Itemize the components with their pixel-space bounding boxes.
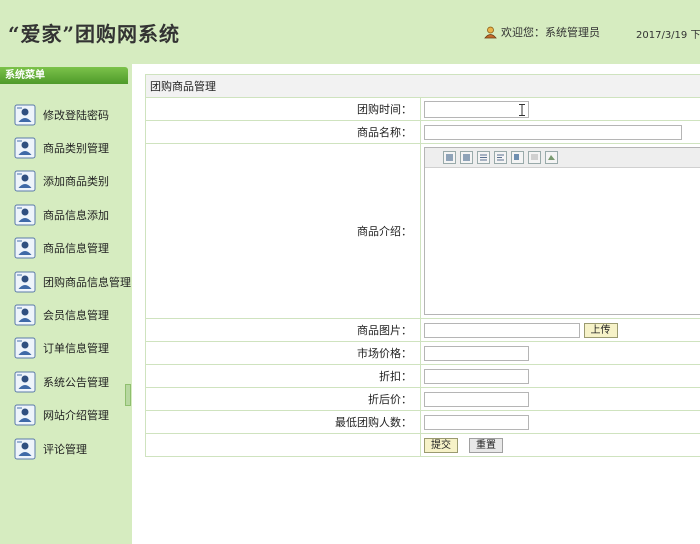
editor-toolbar: [425, 148, 700, 168]
format-button-icon[interactable]: [545, 151, 558, 164]
sidebar-menu-item[interactable]: 系统公告管理: [0, 365, 132, 398]
sidebar-menu-item[interactable]: 商品类别管理: [0, 131, 132, 164]
sidebar-collapse-handle[interactable]: [125, 384, 131, 406]
sidebar-menu-item[interactable]: 商品信息管理: [0, 232, 132, 265]
user-doc-icon: [14, 271, 36, 293]
sidebar-menu-item[interactable]: 订单信息管理: [0, 332, 132, 365]
discount-input[interactable]: [424, 368, 529, 384]
datetime-text: 2017/3/19 下午: [636, 30, 700, 41]
text-cursor-icon: [519, 103, 525, 116]
form-caption: 团购商品管理: [145, 74, 700, 98]
time-input[interactable]: [424, 100, 529, 118]
menu-header: 系统菜单: [0, 67, 128, 84]
format-button-icon[interactable]: [528, 151, 541, 164]
field-label-time: 团购时间：: [145, 97, 421, 121]
user-doc-icon: [14, 204, 36, 226]
user-doc-icon: [14, 237, 36, 259]
upload-button[interactable]: 上传: [583, 322, 618, 338]
field-label-min-people: 最低团购人数：: [145, 410, 421, 434]
rich-text-editor[interactable]: [424, 147, 700, 315]
product-name-input[interactable]: [424, 124, 682, 140]
sidebar-menu-label: 商品信息管理: [43, 242, 109, 256]
field-label-image: 商品图片：: [145, 318, 421, 342]
sidebar-menu-label: 商品信息添加: [43, 208, 109, 222]
sidebar-menu-label: 团购商品信息管理: [43, 275, 131, 289]
sidebar-menu-item[interactable]: 修改登陆密码: [0, 98, 132, 131]
sidebar-menu-item[interactable]: 添加商品类别: [0, 165, 132, 198]
field-label-discounted-price: 折后价：: [145, 387, 421, 411]
menu-list: 修改登陆密码 商品类别管理 添加商品类别 商品信息添加 商品信息管理团购商品信息管理 会员…: [0, 98, 132, 465]
format-button-icon[interactable]: [494, 151, 507, 164]
sidebar-menu-label: 修改登陆密码: [43, 108, 109, 122]
sidebar-menu-label: 评论管理: [43, 442, 87, 456]
min-people-input[interactable]: [424, 414, 529, 430]
user-doc-icon: [14, 404, 36, 426]
sidebar-menu-label: 添加商品类别: [43, 175, 109, 189]
field-label-desc: 商品介绍：: [145, 143, 421, 319]
app-header: “爱家”团购网系统 欢迎您：系统管理员 2017/3/19 下午: [0, 0, 700, 64]
sidebar: 系统菜单 修改登陆密码 商品类别管理 添加商品类别 商品信息添加 商品信息管理团购商品信…: [0, 64, 132, 544]
user-doc-icon: [14, 337, 36, 359]
sidebar-menu-item[interactable]: 网站介绍管理: [0, 399, 132, 432]
user-doc-icon: [14, 371, 36, 393]
user-doc-icon: [14, 104, 36, 126]
welcome-area: 欢迎您：系统管理员: [484, 24, 600, 40]
format-button-icon[interactable]: [460, 151, 473, 164]
sidebar-menu-label: 商品类别管理: [43, 142, 109, 156]
reset-button[interactable]: 重置: [469, 437, 503, 453]
sidebar-menu-item[interactable]: 会员信息管理: [0, 298, 132, 331]
format-button-icon[interactable]: [511, 151, 524, 164]
time-field-wrap: [424, 100, 529, 118]
actions-spacer: [145, 433, 421, 457]
app-title: “爱家”团购网系统: [8, 22, 181, 46]
sidebar-menu-item[interactable]: 商品信息添加: [0, 198, 132, 231]
form-actions: 提交 重置: [424, 437, 700, 453]
user-doc-icon: [14, 170, 36, 192]
sidebar-menu-item[interactable]: 评论管理: [0, 432, 132, 465]
welcome-text: 欢迎您：系统管理员: [501, 26, 600, 39]
image-path-input[interactable]: [424, 322, 580, 338]
user-doc-icon: [14, 438, 36, 460]
sidebar-menu-label: 网站介绍管理: [43, 409, 109, 423]
field-label-name: 商品名称：: [145, 120, 421, 144]
sidebar-menu-label: 会员信息管理: [43, 309, 109, 323]
user-doc-icon: [14, 137, 36, 159]
main-content: 团购商品管理 团购时间： 商品名称： 商品介绍： 商品图片： 上传 市场价格： …: [145, 74, 700, 457]
user-icon: [484, 26, 497, 38]
market-price-input[interactable]: [424, 345, 529, 361]
submit-button[interactable]: 提交: [424, 437, 458, 453]
format-button-icon[interactable]: [477, 151, 490, 164]
discounted-price-input[interactable]: [424, 391, 529, 407]
user-doc-icon: [14, 304, 36, 326]
product-form: 团购商品管理 团购时间： 商品名称： 商品介绍： 商品图片： 上传 市场价格： …: [145, 74, 700, 457]
sidebar-menu-label: 系统公告管理: [43, 375, 109, 389]
sidebar-menu-label: 订单信息管理: [43, 342, 109, 356]
field-label-discount: 折扣：: [145, 364, 421, 388]
field-label-market-price: 市场价格：: [145, 341, 421, 365]
format-button-icon[interactable]: [443, 151, 456, 164]
sidebar-menu-item[interactable]: 团购商品信息管理: [0, 265, 132, 298]
